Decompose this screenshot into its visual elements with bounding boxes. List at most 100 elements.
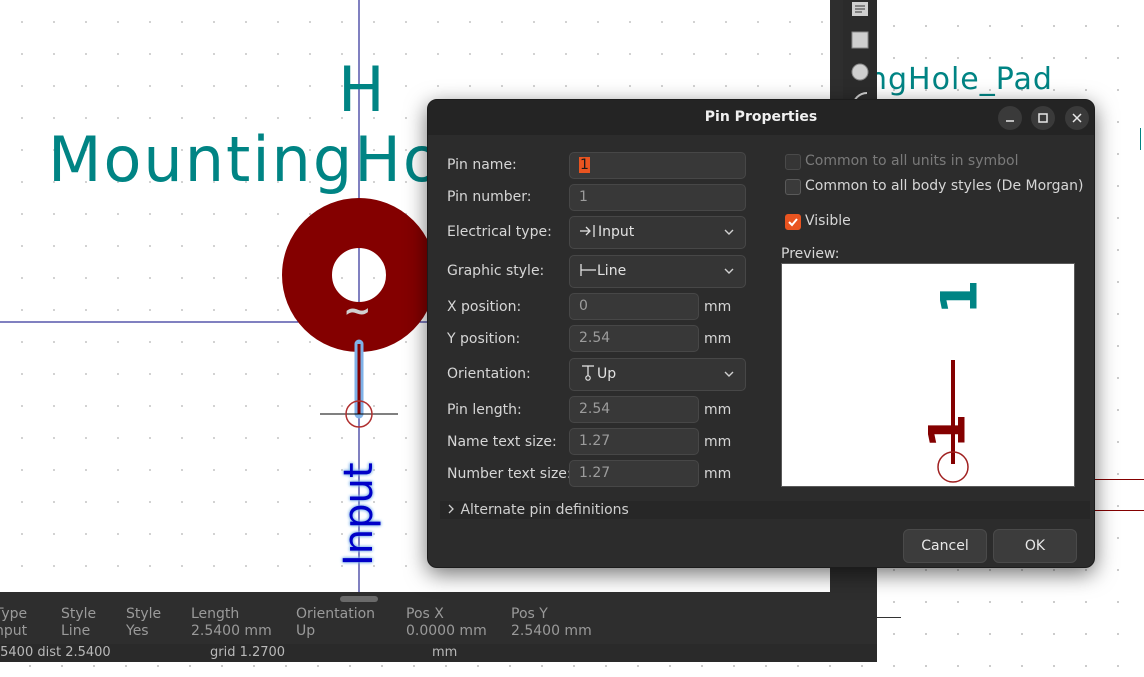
common-units-checkbox[interactable] xyxy=(785,154,801,170)
name-text-size-label: Name text size: xyxy=(447,434,557,450)
minimize-icon xyxy=(1006,120,1014,122)
pin-name-input[interactable]: 1 xyxy=(569,152,746,179)
x-position-label: X position: xyxy=(447,299,522,315)
pin-preview: 1 1 xyxy=(781,263,1075,487)
graphic-style-value: Line xyxy=(597,263,627,279)
number-text-size-unit: mm xyxy=(704,466,732,482)
circle-tool-icon[interactable] xyxy=(850,62,870,82)
pin-length-value: 2.54 xyxy=(579,401,611,417)
status-bar: Type nput Style Line Style Yes Length 2.… xyxy=(0,604,877,662)
alternate-pin-definitions-label: Alternate pin definitions xyxy=(460,502,629,518)
chevron-down-icon xyxy=(724,229,734,235)
status-column: Type nput xyxy=(0,606,27,640)
pin-number-input[interactable]: 1 xyxy=(569,184,746,211)
graphic-style-select[interactable]: Line xyxy=(569,255,746,288)
y-position-unit: mm xyxy=(704,331,732,347)
preview-pin-name: 1 xyxy=(930,279,989,315)
electrical-type-select[interactable]: Input xyxy=(569,216,746,249)
horizontal-scrollbar[interactable] xyxy=(340,596,378,602)
dialog-title: Pin Properties xyxy=(428,100,1094,135)
x-position-unit: mm xyxy=(704,299,732,315)
name-text-size-unit: mm xyxy=(704,434,732,450)
status-grid: grid 1.2700 xyxy=(210,645,286,660)
status-header: Pos Y xyxy=(511,606,548,622)
pin-properties-dialog: Pin Properties Pin name: 1 Pin number: 1… xyxy=(427,99,1095,568)
status-value: nput xyxy=(0,623,28,639)
schematic-wire xyxy=(877,617,901,618)
orientation-label: Orientation: xyxy=(447,366,531,382)
status-value: 2.5400 mm xyxy=(191,623,272,639)
chevron-down-icon xyxy=(724,371,734,377)
status-value: Yes xyxy=(126,623,149,639)
graphic-style-label: Graphic style: xyxy=(447,263,545,279)
status-column: Style Line xyxy=(61,606,96,640)
pin-length-input[interactable]: 2.54 xyxy=(569,396,699,423)
ok-button[interactable]: OK xyxy=(993,529,1077,563)
orientation-value: Up xyxy=(597,366,617,382)
symbol-value: MountingHo xyxy=(48,123,443,196)
pin-number-value: 1 xyxy=(579,189,588,205)
common-body-styles-checkbox[interactable] xyxy=(785,179,801,195)
status-header: Type xyxy=(0,606,28,622)
rectangle-tool-icon[interactable] xyxy=(850,30,870,50)
number-text-size-input[interactable]: 1.27 xyxy=(569,460,699,487)
alternate-pin-definitions-expander[interactable]: Alternate pin definitions xyxy=(440,501,1090,519)
text-tool-icon[interactable] xyxy=(850,0,870,20)
chevron-right-icon xyxy=(448,504,454,514)
preview-label: Preview: xyxy=(781,246,840,262)
x-position-input[interactable]: 0 xyxy=(569,293,699,320)
x-position-value: 0 xyxy=(579,298,588,314)
status-value: Line xyxy=(61,623,91,639)
preview-pin-number: 1 xyxy=(918,413,977,449)
status-value: 0.0000 mm xyxy=(406,623,487,639)
number-text-size-value: 1.27 xyxy=(579,465,611,481)
pin-name-value: 1 xyxy=(579,157,590,173)
schematic-wire xyxy=(1092,479,1144,480)
y-position-label: Y position: xyxy=(447,331,521,347)
line-style-icon xyxy=(580,264,596,276)
visible-checkbox[interactable] xyxy=(785,214,801,230)
close-button[interactable] xyxy=(1065,106,1089,130)
close-icon xyxy=(1072,113,1082,123)
status-header: Pos X xyxy=(406,606,444,622)
y-position-input[interactable]: 2.54 xyxy=(569,325,699,352)
pad-mark: ~ xyxy=(343,291,372,331)
status-coords: .5400 dist 2.5400 xyxy=(0,645,111,660)
status-value: Up xyxy=(296,623,316,639)
y-position-value: 2.54 xyxy=(579,330,611,346)
pin-number-label: Pin number: xyxy=(447,189,532,205)
name-text-size-input[interactable]: 1.27 xyxy=(569,428,699,455)
electrical-type-value: Input xyxy=(598,224,635,240)
pin-name-label: Pin name: xyxy=(447,157,517,173)
orientation-select[interactable]: Up xyxy=(569,358,746,391)
visible-label: Visible xyxy=(805,213,851,229)
status-units: mm xyxy=(432,645,458,660)
minimize-button[interactable] xyxy=(998,106,1022,130)
status-column: Orientation Up xyxy=(296,606,375,640)
pin-length-unit: mm xyxy=(704,402,732,418)
common-units-label: Common to all units in symbol xyxy=(805,153,1019,169)
orientation-up-icon xyxy=(582,365,594,381)
status-header: Orientation xyxy=(296,606,376,622)
number-text-size-label: Number text size: xyxy=(447,466,572,482)
drawing-toolbar xyxy=(843,0,877,110)
input-pin-type-icon xyxy=(580,225,595,237)
status-header: Style xyxy=(61,606,97,622)
status-column: Style Yes xyxy=(126,606,161,640)
name-text-size-value: 1.27 xyxy=(579,433,611,449)
pin-length-label: Pin length: xyxy=(447,402,522,418)
status-column: Pos Y 2.5400 mm xyxy=(511,606,592,640)
status-column: Length 2.5400 mm xyxy=(191,606,272,640)
pin-preview-drawing xyxy=(937,360,969,483)
chevron-down-icon xyxy=(724,268,734,274)
status-header: Length xyxy=(191,606,240,622)
pin-name-label: Input xyxy=(336,462,382,566)
maximize-button[interactable] xyxy=(1031,106,1055,130)
schematic-ref-text: ngHole_Pad xyxy=(868,62,1053,97)
cancel-button[interactable]: Cancel xyxy=(903,529,987,563)
electrical-type-label: Electrical type: xyxy=(447,224,552,240)
status-column: Pos X 0.0000 mm xyxy=(406,606,487,640)
common-body-styles-label: Common to all body styles (De Morgan) xyxy=(805,178,1084,194)
schematic-wire xyxy=(1092,510,1144,511)
status-value: 2.5400 mm xyxy=(511,623,592,639)
